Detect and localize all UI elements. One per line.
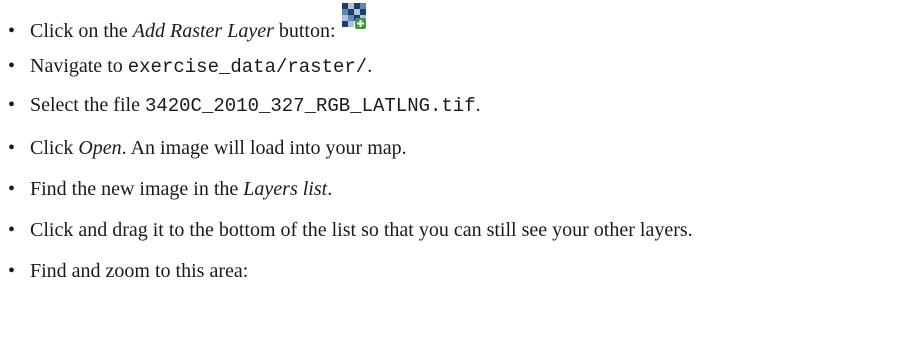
add-raster-layer-icon (341, 3, 368, 29)
list-item: • Find the new image in the Layers list. (8, 177, 332, 201)
bullet: • (8, 55, 16, 77)
bullet: • (8, 219, 16, 241)
list-item: • Click Open. An image will load into yo… (8, 136, 407, 160)
bullet: • (8, 137, 16, 159)
emphasis-text: Add Raster Layer (132, 20, 274, 42)
path-text: exercise_data/raster/ (127, 56, 368, 78)
step-text: Select the file 3420C_2010_327_RGB_LATLN… (30, 94, 481, 117)
list-item: • Click and drag it to the bottom of the… (8, 218, 693, 242)
step-text: Navigate to exercise_data/raster/. (30, 55, 373, 78)
list-item: • Click on the Add Raster Layer button: (8, 3, 368, 43)
list-item: • Find and zoom to this area: (8, 259, 248, 283)
document: • Click on the Add Raster Layer button: (0, 0, 912, 338)
emphasis-text: Open (78, 137, 122, 159)
step-text: Click and drag it to the bottom of the l… (30, 219, 693, 241)
bullet: • (8, 260, 16, 282)
step-text: Find the new image in the Layers list. (30, 178, 333, 200)
step-text: Find and zoom to this area: (30, 260, 249, 282)
emphasis-text: Layers list (243, 178, 328, 200)
list-item: • Select the file 3420C_2010_327_RGB_LAT… (8, 93, 481, 118)
filename-text: 3420C_2010_327_RGB_LATLNG.tif (144, 95, 476, 117)
step-text: Click Open. An image will load into your… (30, 137, 407, 159)
bullet: • (8, 20, 16, 42)
bullet: • (8, 178, 16, 200)
step-text: Click on the Add Raster Layer button: (30, 20, 336, 42)
list-item: • Navigate to exercise_data/raster/. (8, 54, 372, 79)
bullet: • (8, 94, 16, 116)
